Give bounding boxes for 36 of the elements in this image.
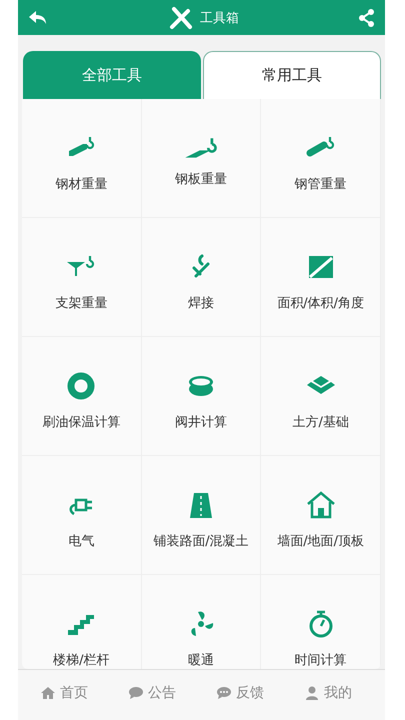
tool-label: 电气 bbox=[68, 533, 94, 550]
tool-label: 焊接 bbox=[188, 295, 214, 312]
tool-tile[interactable]: 阀井计算 bbox=[142, 337, 262, 456]
tool-tile[interactable]: 面积/体积/角度 bbox=[261, 218, 381, 337]
steel-plate-icon bbox=[184, 136, 218, 160]
tool-tile[interactable]: 钢板重量 bbox=[142, 99, 262, 218]
tool-label: 支架重量 bbox=[55, 295, 108, 312]
tool-tile[interactable]: 墙面/地面/顶板 bbox=[261, 456, 381, 575]
tool-label: 钢板重量 bbox=[174, 170, 227, 188]
tool-label: 墙面/地面/顶板 bbox=[277, 533, 364, 550]
tab[interactable]: 常用工具 bbox=[203, 51, 381, 99]
tool-label: 铺装路面/混凝土 bbox=[153, 533, 249, 550]
tool-tile[interactable]: 支架重量 bbox=[22, 218, 142, 337]
header-title: 工具箱 bbox=[200, 10, 239, 26]
tool-tile[interactable]: 钢材重量 bbox=[22, 99, 142, 218]
tool-label: 钢材重量 bbox=[55, 176, 108, 193]
tool-label: 楼梯/栏杆 bbox=[53, 652, 110, 669]
home-icon bbox=[40, 685, 56, 701]
share-icon[interactable] bbox=[359, 8, 375, 26]
back-icon[interactable] bbox=[28, 10, 48, 26]
tool-tile[interactable]: 铺装路面/混凝土 bbox=[142, 456, 262, 575]
user-icon bbox=[304, 685, 320, 701]
tool-tile[interactable]: 钢管重量 bbox=[261, 99, 381, 218]
tool-label: 土方/基础 bbox=[292, 414, 349, 431]
tool-label: 阀井计算 bbox=[174, 414, 227, 431]
tool-label: 时间计算 bbox=[294, 652, 347, 669]
tool-tile[interactable]: 焊接 bbox=[142, 218, 262, 337]
tool-tile[interactable]: 土方/基础 bbox=[261, 337, 381, 456]
tool-tile[interactable]: 电气 bbox=[22, 456, 142, 575]
tool-label: 暖通 bbox=[188, 652, 214, 669]
speech-bubble-icon bbox=[216, 685, 232, 701]
tool-tile[interactable]: 刷油保温计算 bbox=[22, 337, 142, 456]
tool-label: 刷油保温计算 bbox=[42, 414, 120, 431]
tool-label: 钢管重量 bbox=[294, 176, 347, 193]
speech-bubble-icon bbox=[128, 685, 144, 701]
tool-label: 面积/体积/角度 bbox=[277, 295, 364, 312]
